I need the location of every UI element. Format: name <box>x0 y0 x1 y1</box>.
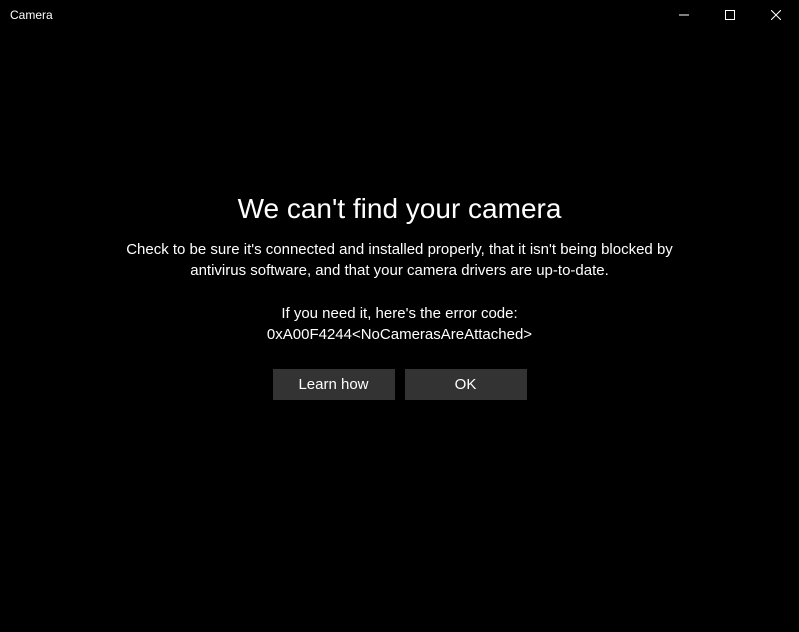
button-row: Learn how OK <box>273 369 527 400</box>
error-code-value: 0xA00F4244<NoCamerasAreAttached> <box>267 324 532 345</box>
error-code-label: If you need it, here's the error code: <box>281 303 517 324</box>
error-content: We can't find your camera Check to be su… <box>0 0 799 612</box>
error-description: Check to be sure it's connected and inst… <box>120 239 680 281</box>
ok-button[interactable]: OK <box>405 369 527 400</box>
error-heading: We can't find your camera <box>238 193 562 225</box>
learn-how-button[interactable]: Learn how <box>273 369 395 400</box>
